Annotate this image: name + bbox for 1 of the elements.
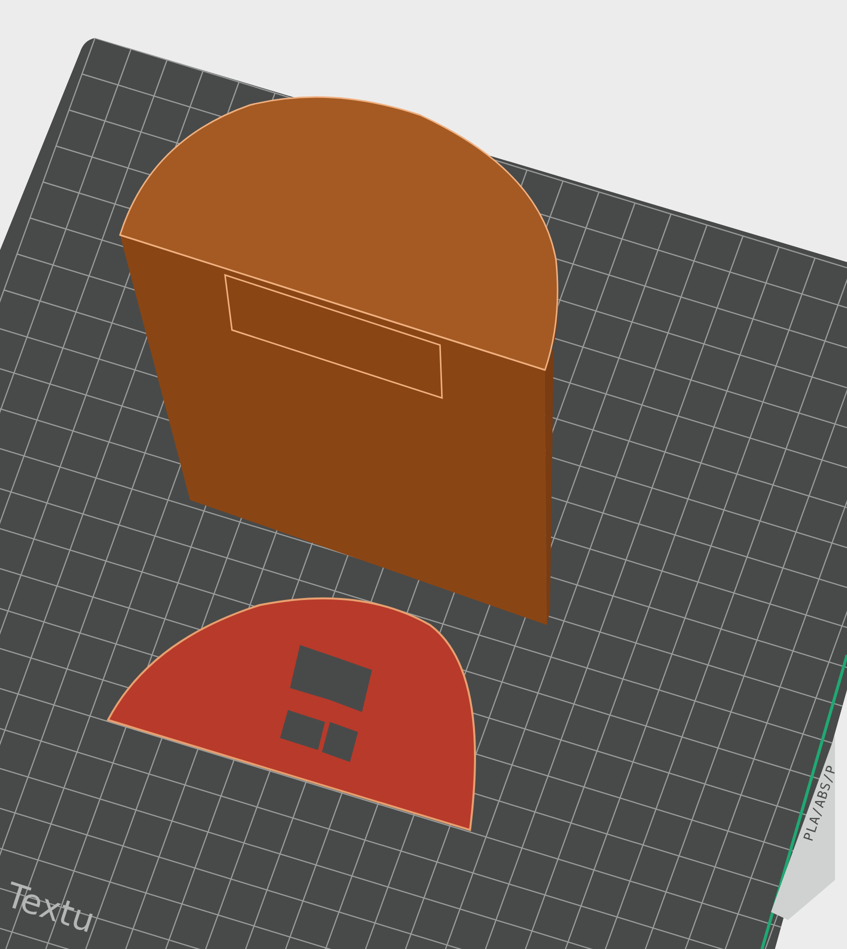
- bed-texture-label: Textu: [1, 876, 100, 942]
